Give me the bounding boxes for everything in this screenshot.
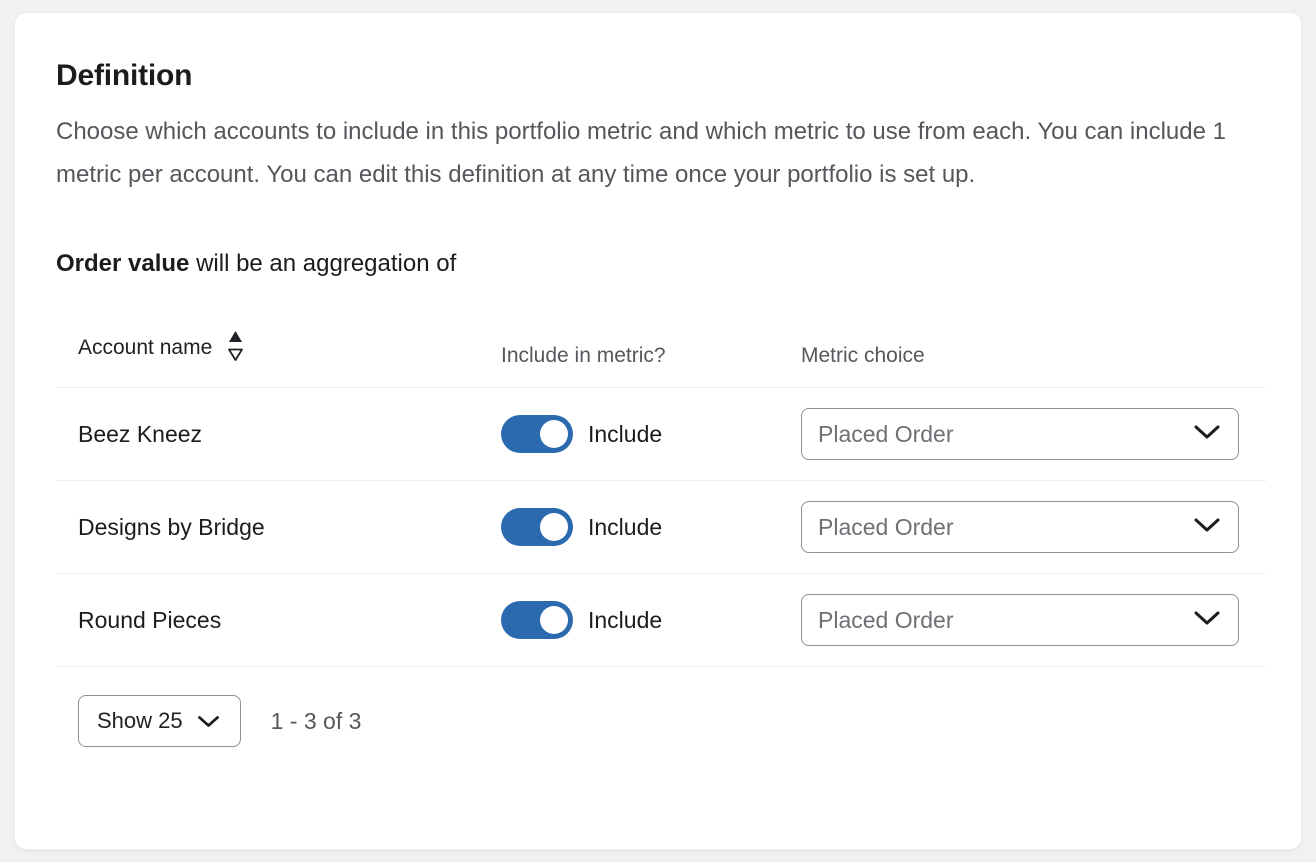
definition-card: Definition Choose which accounts to incl… [14,12,1302,850]
page-size-select[interactable]: Show 25 [78,695,241,747]
chevron-down-icon [1193,424,1221,445]
table-row: Round Pieces Include Placed Order [56,574,1266,667]
page-description: Choose which accounts to include in this… [56,110,1265,196]
account-name: Round Pieces [78,607,221,633]
table-row: Designs by Bridge Include Placed Order [56,481,1266,574]
include-toggle[interactable] [501,415,573,453]
toggle-knob [540,606,568,634]
toggle-knob [540,513,568,541]
metric-choice-select[interactable]: Placed Order [801,501,1239,553]
metric-name: Order value [56,250,189,277]
chevron-down-icon [1193,610,1221,631]
column-header-metric-choice: Metric choice [801,344,925,367]
include-toggle[interactable] [501,601,573,639]
chevron-down-icon [197,708,220,734]
metric-choice-value: Placed Order [818,421,954,448]
sort-icon[interactable] [227,330,244,368]
include-toggle-label: Include [588,421,662,448]
column-header-include: Include in metric? [501,344,666,367]
metric-choice-select[interactable]: Placed Order [801,594,1239,646]
aggregation-line: Order value will be an aggregation of [56,250,1265,278]
toggle-knob [540,420,568,448]
account-name: Designs by Bridge [78,514,265,540]
accounts-table: Account name Include in metric? Metric c… [56,328,1266,747]
table-header-row: Account name Include in metric? Metric c… [56,328,1266,388]
pagination-range: 1 - 3 of 3 [271,708,362,735]
table-footer: Show 25 1 - 3 of 3 [56,667,1266,747]
metric-choice-select[interactable]: Placed Order [801,408,1239,460]
account-name: Beez Kneez [78,421,202,447]
aggregation-line-rest: will be an aggregation of [189,250,456,277]
table-row: Beez Kneez Include Placed Order [56,388,1266,481]
metric-choice-value: Placed Order [818,514,954,541]
chevron-down-icon [1193,517,1221,538]
page-size-label: Show 25 [97,708,183,734]
include-toggle[interactable] [501,508,573,546]
account-name-header-label: Account name [78,336,212,360]
include-toggle-label: Include [588,514,662,541]
metric-choice-value: Placed Order [818,607,954,634]
column-header-account-name[interactable]: Account name [78,328,244,368]
page-title: Definition [56,57,1265,95]
include-toggle-label: Include [588,607,662,634]
